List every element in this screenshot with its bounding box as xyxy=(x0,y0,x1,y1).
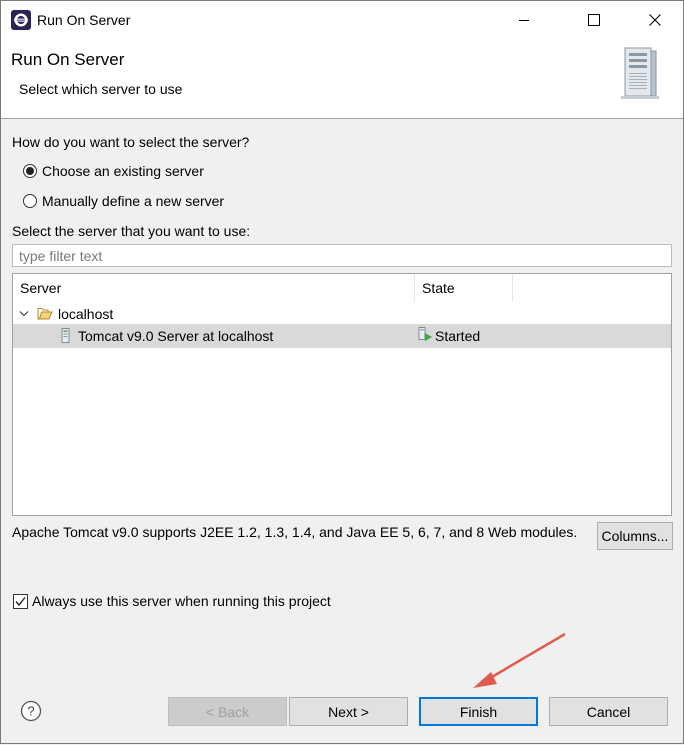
checkmark-icon xyxy=(15,597,26,607)
server-state: Started xyxy=(435,328,481,344)
always-use-checkbox[interactable] xyxy=(13,594,28,609)
close-button[interactable] xyxy=(632,1,678,39)
server-list-label: Select the server that you want to use: xyxy=(12,223,251,239)
banner-title: Run On Server xyxy=(11,50,125,69)
selection-question: How do you want to select the server? xyxy=(12,134,250,150)
run-on-server-dialog: Run On Server Run On Server Select which… xyxy=(0,0,684,744)
next-button[interactable]: Next > xyxy=(289,697,408,726)
maximize-button[interactable] xyxy=(571,1,617,39)
finish-button[interactable]: Finish xyxy=(419,697,538,726)
banner-subtitle: Select which server to use xyxy=(19,81,183,97)
group-label: localhost xyxy=(58,306,114,322)
close-icon xyxy=(649,14,661,26)
wizard-banner: Run On Server Select which server to use xyxy=(1,39,683,119)
chevron-down-icon[interactable] xyxy=(19,310,29,318)
window-title: Run On Server xyxy=(37,12,131,28)
server-info-text: Apache Tomcat v9.0 supports J2EE 1.2, 1.… xyxy=(12,524,578,540)
folder-icon xyxy=(37,308,53,320)
server-table: Server State localhost Tomcat v9.0 Serve… xyxy=(12,273,672,516)
title-bar: Run On Server xyxy=(1,1,683,39)
minimize-button[interactable] xyxy=(501,1,547,39)
columns-button[interactable]: Columns... xyxy=(597,522,673,550)
tree-group-localhost[interactable]: localhost xyxy=(13,302,671,326)
back-button[interactable]: < Back xyxy=(168,697,287,726)
svg-text:?: ? xyxy=(27,704,34,719)
help-icon[interactable]: ? xyxy=(20,700,42,722)
server-name: Tomcat v9.0 Server at localhost xyxy=(78,328,274,344)
server-tower-icon xyxy=(621,47,659,99)
manually-define-label[interactable]: Manually define a new server xyxy=(42,193,224,209)
choose-existing-label[interactable]: Choose an existing server xyxy=(42,163,204,179)
server-icon xyxy=(61,328,70,343)
maximize-icon xyxy=(588,14,600,26)
manually-define-radio[interactable] xyxy=(23,194,37,208)
eclipse-app-icon xyxy=(11,10,31,30)
always-use-label[interactable]: Always use this server when running this… xyxy=(32,593,331,609)
column-header-server[interactable]: Server xyxy=(13,274,415,302)
server-row-tomcat[interactable]: Tomcat v9.0 Server at localhost Started xyxy=(13,324,671,348)
choose-existing-radio[interactable] xyxy=(23,164,37,178)
column-header-state[interactable]: State xyxy=(415,274,513,302)
minimize-icon xyxy=(519,20,529,21)
filter-input[interactable] xyxy=(12,244,672,267)
cancel-button[interactable]: Cancel xyxy=(549,697,668,726)
server-started-icon xyxy=(418,327,432,341)
